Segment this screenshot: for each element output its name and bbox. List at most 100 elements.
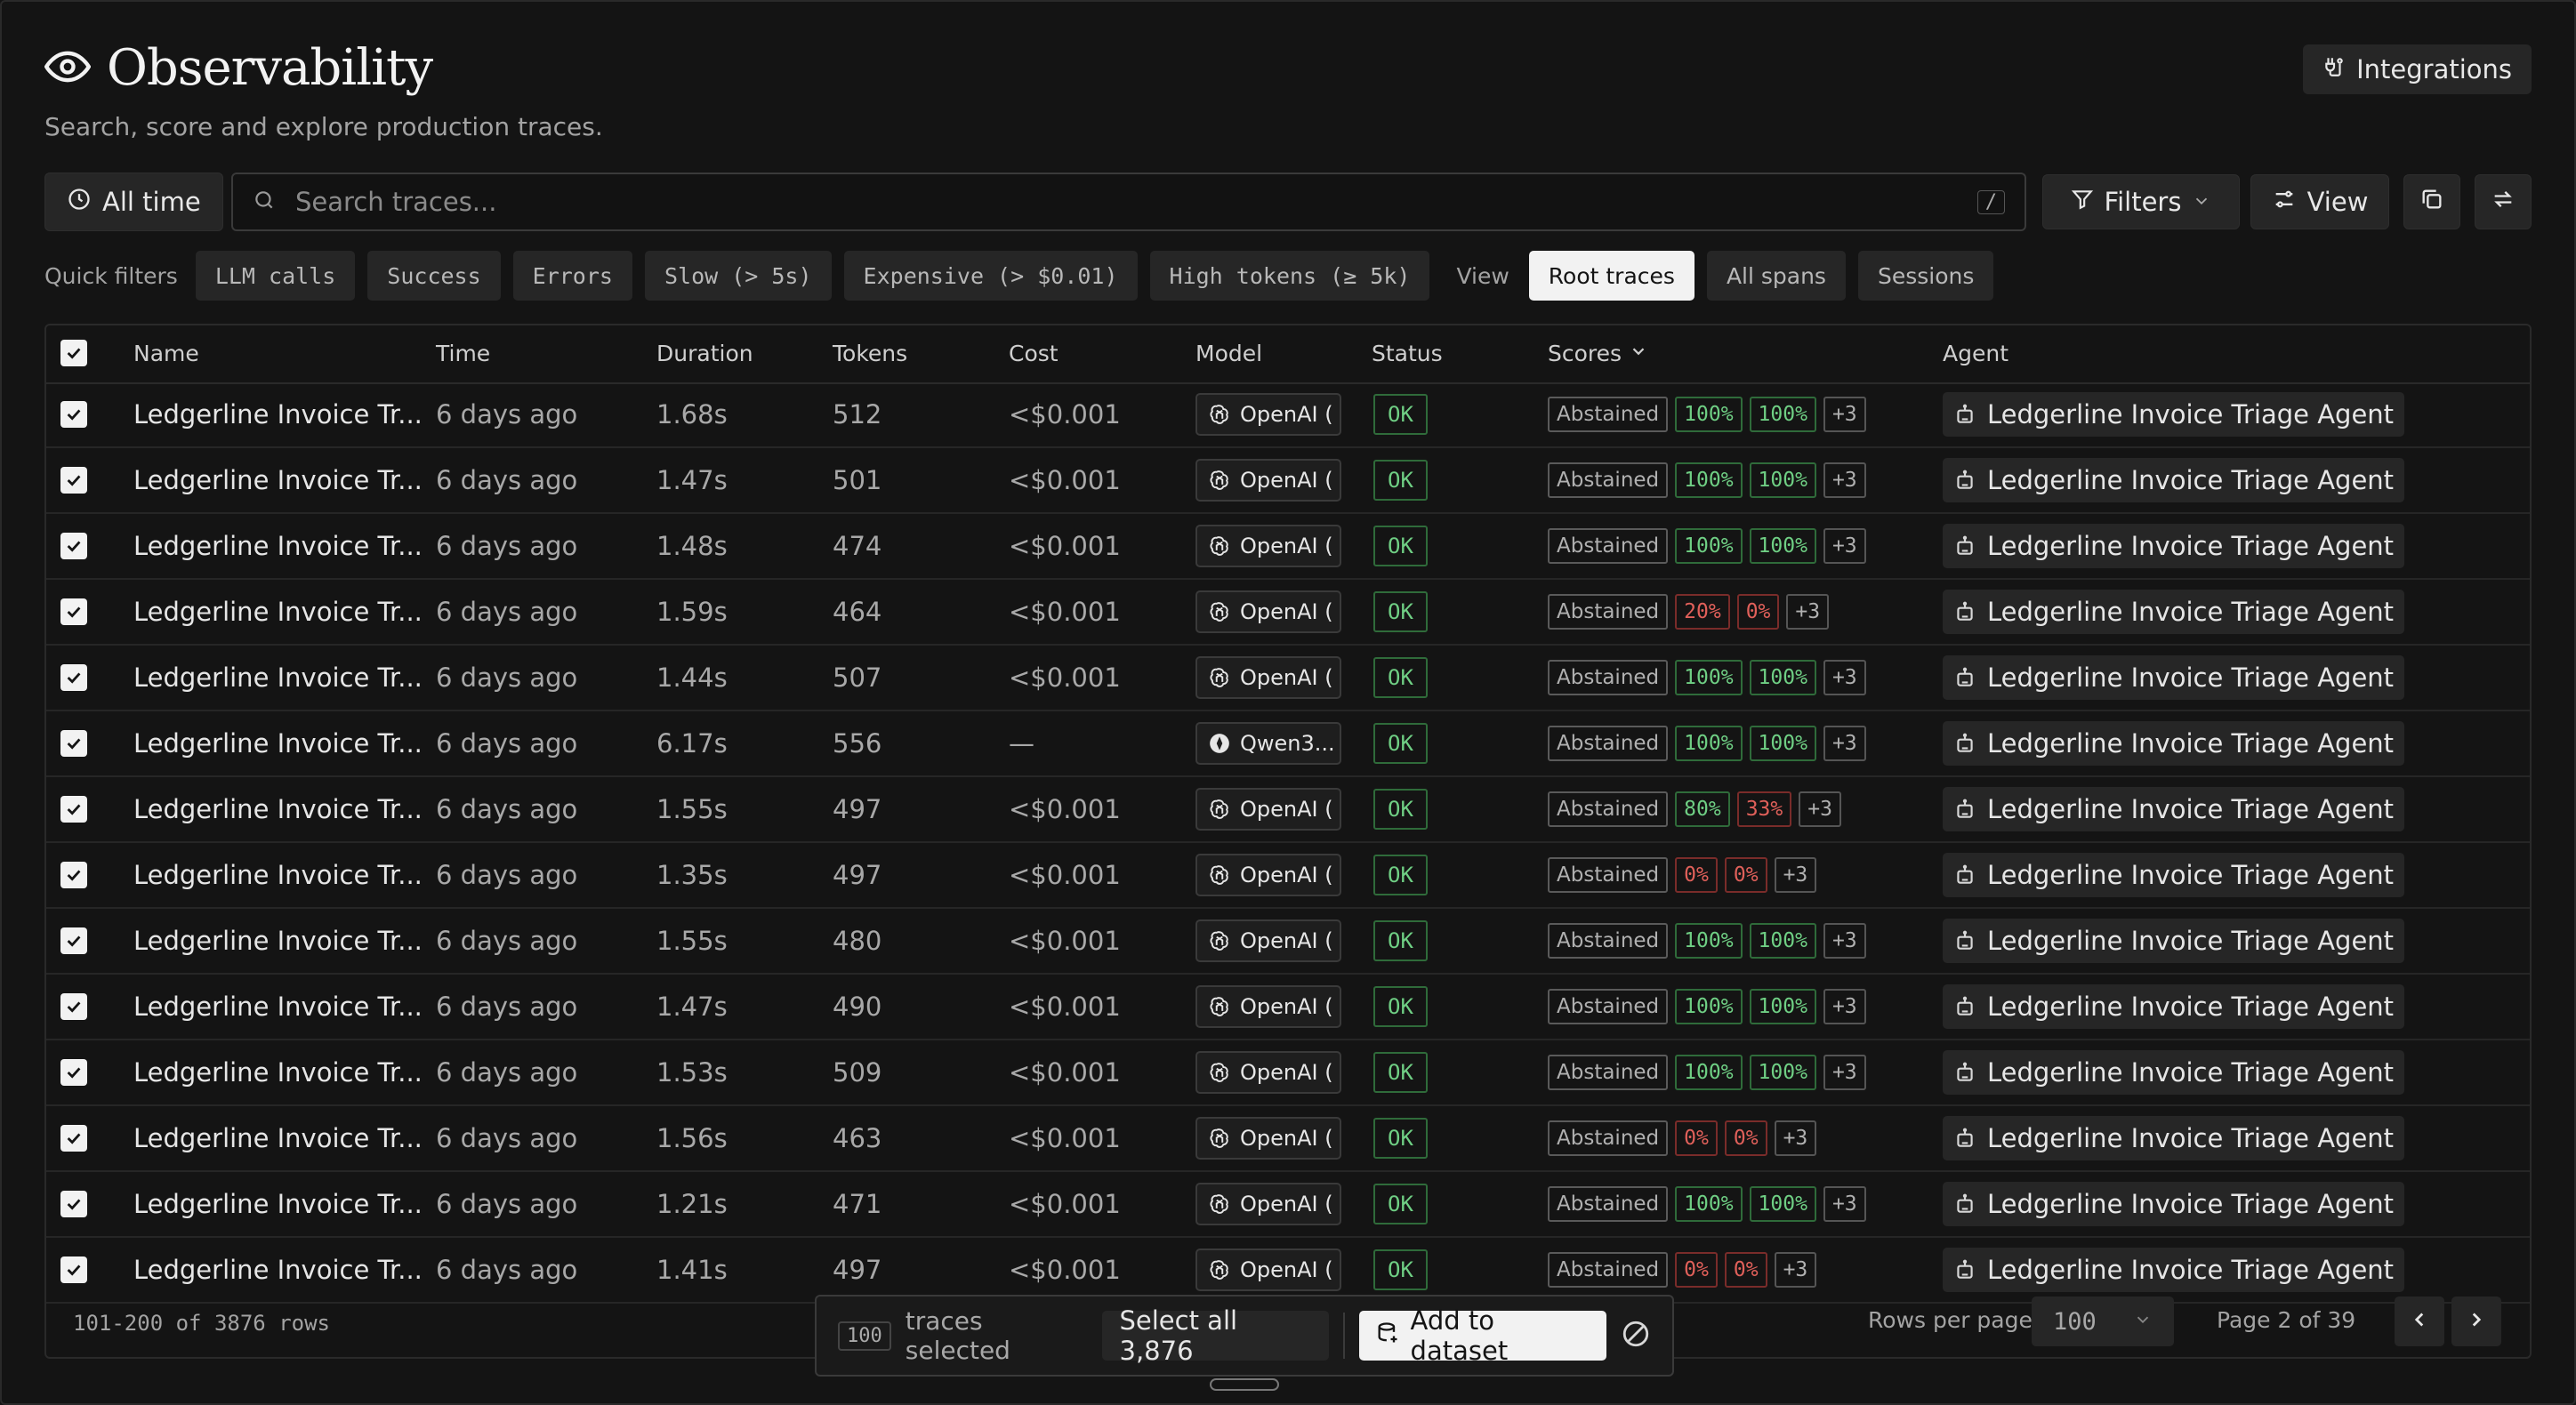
- score-badge[interactable]: 100%: [1675, 1055, 1743, 1090]
- score-badge[interactable]: Abstained: [1548, 989, 1669, 1024]
- quick-filter-high-tokens[interactable]: High tokens (≥ 5k): [1149, 251, 1430, 301]
- checkbox[interactable]: [60, 862, 87, 888]
- score-badge[interactable]: Abstained: [1548, 1120, 1669, 1156]
- score-badge[interactable]: 0%: [1675, 1120, 1718, 1156]
- trace-name[interactable]: Ledgerline Invoice Tr...: [133, 580, 423, 644]
- checkbox[interactable]: [60, 1256, 87, 1283]
- score-badge[interactable]: Abstained: [1548, 462, 1669, 498]
- table-row[interactable]: Ledgerline Invoice Tr... 6 days ago 1.41…: [46, 1238, 2530, 1304]
- clear-selection-button[interactable]: [1621, 1319, 1651, 1353]
- view-all-spans[interactable]: All spans: [1706, 251, 1846, 301]
- row-checkbox[interactable]: [60, 382, 87, 446]
- score-badge[interactable]: 100%: [1675, 397, 1743, 432]
- score-badge[interactable]: 20%: [1675, 594, 1730, 630]
- score-badge[interactable]: 100%: [1675, 1186, 1743, 1222]
- column-header-cost[interactable]: Cost: [1009, 325, 1059, 382]
- column-header-tokens[interactable]: Tokens: [833, 325, 907, 382]
- row-checkbox[interactable]: [60, 843, 87, 907]
- table-row[interactable]: Ledgerline Invoice Tr... 6 days ago 1.35…: [46, 843, 2530, 909]
- model-badge[interactable]: OpenAI (: [1195, 656, 1341, 699]
- score-badge[interactable]: 33%: [1736, 791, 1792, 827]
- score-badge[interactable]: Abstained: [1548, 857, 1669, 893]
- score-badge[interactable]: +3: [1823, 1055, 1866, 1090]
- checkbox[interactable]: [60, 467, 87, 494]
- row-checkbox[interactable]: [60, 646, 87, 710]
- table-row[interactable]: Ledgerline Invoice Tr... 6 days ago 1.68…: [46, 382, 2530, 448]
- column-header-status[interactable]: Status: [1372, 325, 1443, 382]
- agent-badge[interactable]: Ledgerline Invoice Triage Agent: [1943, 392, 2405, 437]
- agent-badge[interactable]: Ledgerline Invoice Triage Agent: [1943, 1182, 2405, 1226]
- row-checkbox[interactable]: [60, 1172, 87, 1236]
- score-badge[interactable]: 100%: [1675, 660, 1743, 695]
- score-badge[interactable]: Abstained: [1548, 528, 1669, 564]
- model-badge[interactable]: OpenAI (: [1195, 1183, 1341, 1225]
- checkbox[interactable]: [60, 927, 87, 954]
- trace-name[interactable]: Ledgerline Invoice Tr...: [133, 975, 423, 1039]
- score-badge[interactable]: Abstained: [1548, 594, 1669, 630]
- score-badge[interactable]: 100%: [1675, 923, 1743, 959]
- select-all-button[interactable]: Select all 3,876: [1101, 1305, 1329, 1366]
- row-checkbox[interactable]: [60, 448, 87, 512]
- score-badge[interactable]: +3: [1786, 594, 1830, 630]
- trace-name[interactable]: Ledgerline Invoice Tr...: [133, 843, 423, 907]
- score-badge[interactable]: Abstained: [1548, 791, 1669, 827]
- score-badge[interactable]: +3: [1823, 660, 1866, 695]
- trace-name[interactable]: Ledgerline Invoice Tr...: [133, 1106, 423, 1170]
- checkbox[interactable]: [60, 401, 87, 428]
- row-checkbox[interactable]: [60, 1106, 87, 1170]
- view-button[interactable]: View: [2250, 174, 2389, 229]
- table-row[interactable]: Ledgerline Invoice Tr... 6 days ago 6.17…: [46, 711, 2530, 777]
- trace-name[interactable]: Ledgerline Invoice Tr...: [133, 646, 423, 710]
- agent-badge[interactable]: Ledgerline Invoice Triage Agent: [1943, 1116, 2405, 1160]
- score-badge[interactable]: Abstained: [1548, 1055, 1669, 1090]
- model-badge[interactable]: OpenAI (: [1195, 919, 1341, 962]
- score-badge[interactable]: 100%: [1749, 1186, 1816, 1222]
- score-badge[interactable]: 100%: [1749, 923, 1816, 959]
- trace-name[interactable]: Ledgerline Invoice Tr...: [133, 711, 423, 775]
- refresh-button[interactable]: [2475, 174, 2532, 229]
- score-badge[interactable]: +3: [1823, 462, 1866, 498]
- checkbox[interactable]: [60, 796, 87, 823]
- agent-badge[interactable]: Ledgerline Invoice Triage Agent: [1943, 1248, 2405, 1292]
- agent-badge[interactable]: Ledgerline Invoice Triage Agent: [1943, 590, 2405, 634]
- score-badge[interactable]: Abstained: [1548, 923, 1669, 959]
- score-badge[interactable]: 100%: [1749, 462, 1816, 498]
- score-badge[interactable]: +3: [1823, 989, 1866, 1024]
- column-header-model[interactable]: Model: [1195, 325, 1262, 382]
- table-row[interactable]: Ledgerline Invoice Tr... 6 days ago 1.55…: [46, 909, 2530, 975]
- model-badge[interactable]: OpenAI (: [1195, 1051, 1341, 1094]
- score-badge[interactable]: 100%: [1675, 528, 1743, 564]
- score-badge[interactable]: 0%: [1724, 1120, 1767, 1156]
- checkbox[interactable]: [60, 1059, 87, 1086]
- score-badge[interactable]: 0%: [1736, 594, 1780, 630]
- model-badge[interactable]: OpenAI (: [1195, 1248, 1341, 1291]
- trace-name[interactable]: Ledgerline Invoice Tr...: [133, 514, 423, 578]
- score-badge[interactable]: 100%: [1749, 528, 1816, 564]
- agent-badge[interactable]: Ledgerline Invoice Triage Agent: [1943, 721, 2405, 766]
- row-checkbox[interactable]: [60, 1040, 87, 1104]
- view-root-traces[interactable]: Root traces: [1528, 251, 1695, 301]
- table-row[interactable]: Ledgerline Invoice Tr... 6 days ago 1.44…: [46, 646, 2530, 711]
- next-page-button[interactable]: [2451, 1297, 2501, 1346]
- model-badge[interactable]: OpenAI (: [1195, 459, 1341, 502]
- checkbox[interactable]: [60, 1191, 87, 1217]
- score-badge[interactable]: +3: [1823, 528, 1866, 564]
- table-row[interactable]: Ledgerline Invoice Tr... 6 days ago 1.48…: [46, 514, 2530, 580]
- filters-button[interactable]: Filters: [2042, 174, 2240, 229]
- score-badge[interactable]: Abstained: [1548, 1186, 1669, 1222]
- checkbox[interactable]: [60, 598, 87, 625]
- column-header-name[interactable]: Name: [133, 325, 199, 382]
- row-checkbox[interactable]: [60, 777, 87, 841]
- agent-badge[interactable]: Ledgerline Invoice Triage Agent: [1943, 458, 2405, 502]
- agent-badge[interactable]: Ledgerline Invoice Triage Agent: [1943, 853, 2405, 897]
- trace-name[interactable]: Ledgerline Invoice Tr...: [133, 1040, 423, 1104]
- score-badge[interactable]: 0%: [1675, 1252, 1718, 1288]
- table-row[interactable]: Ledgerline Invoice Tr... 6 days ago 1.55…: [46, 777, 2530, 843]
- model-badge[interactable]: OpenAI (: [1195, 1117, 1341, 1160]
- score-badge[interactable]: Abstained: [1548, 397, 1669, 432]
- checkbox[interactable]: [60, 1125, 87, 1152]
- quick-filter-errors[interactable]: Errors: [512, 251, 632, 301]
- rows-per-page-select[interactable]: 100: [2032, 1297, 2174, 1346]
- score-badge[interactable]: +3: [1774, 1120, 1817, 1156]
- column-header-time[interactable]: Time: [436, 325, 490, 382]
